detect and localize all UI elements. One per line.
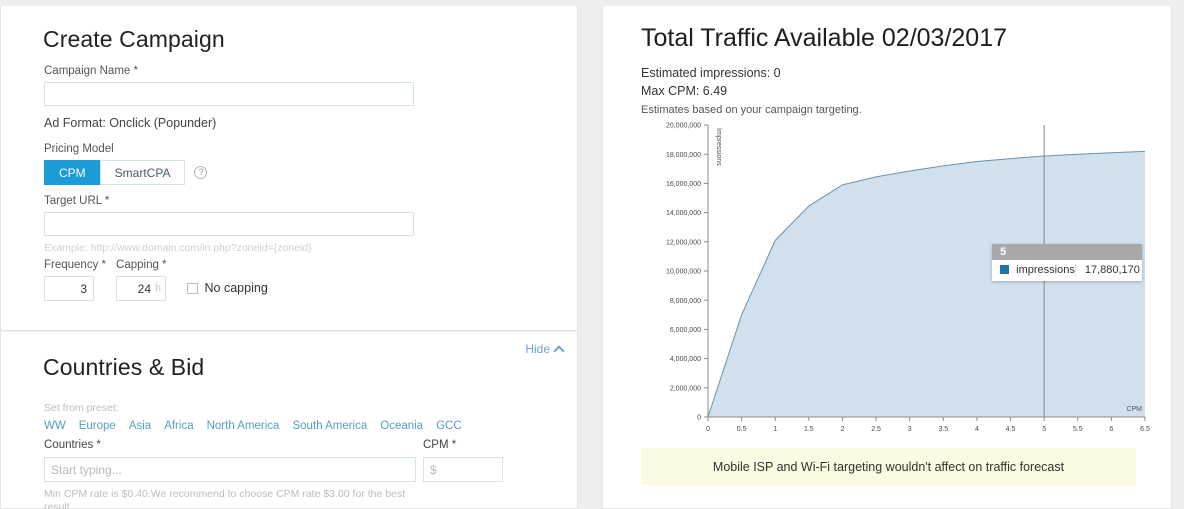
preset-link-gcc[interactable]: GCC [436, 420, 462, 432]
target-url-group: Target URL * Example: http://www.domain.… [44, 194, 414, 255]
ad-format-text: Ad Format: Onclick (Popunder) [44, 116, 217, 130]
target-url-input[interactable] [44, 212, 414, 236]
frequency-group: Frequency * [44, 258, 106, 301]
tooltip-series-name: impressions [1016, 263, 1075, 276]
tooltip-series-swatch-icon [1000, 265, 1010, 275]
traffic-panel-title: Total Traffic Available 02/03/2017 [641, 24, 1008, 52]
countries-bid-title: Countries & Bid [43, 354, 205, 380]
pricing-model-toggle[interactable]: CPM SmartCPA [44, 160, 186, 185]
preset-links: WW Europe Asia Africa North America Sout… [44, 420, 462, 432]
preset-link-north-america[interactable]: North America [207, 420, 280, 432]
svg-text:18,000,000: 18,000,000 [666, 152, 701, 159]
estimates-note: Estimates based on your campaign targeti… [641, 104, 862, 116]
tooltip-header: 5 [992, 243, 1143, 260]
countries-bid-panel: Hide Countries & Bid Set from preset: WW… [0, 332, 578, 509]
chevron-up-icon [553, 345, 565, 357]
no-capping-checkbox[interactable] [186, 282, 198, 294]
svg-text:5.5: 5.5 [1073, 426, 1083, 433]
capping-label: Capping * [116, 259, 167, 271]
preset-link-europe[interactable]: Europe [79, 420, 116, 432]
preset-link-south-america[interactable]: South America [292, 420, 367, 432]
svg-text:4,000,000: 4,000,000 [670, 356, 701, 363]
svg-text:0: 0 [706, 426, 710, 433]
svg-text:1: 1 [773, 426, 777, 433]
campaign-name-label: Campaign Name * [44, 65, 138, 77]
countries-input[interactable] [44, 457, 416, 482]
svg-text:CPM: CPM [1126, 406, 1142, 413]
pricing-model-label: Pricing Model [44, 143, 114, 155]
page-root: Create Campaign Campaign Name * Ad Forma… [0, 0, 1184, 509]
countries-group: Countries * Min CPM rate is $0.40.We rec… [44, 438, 416, 509]
hide-section-button[interactable]: Hide [525, 342, 565, 357]
cpm-group: CPM * [423, 438, 503, 482]
traffic-chart[interactable]: 0 2,000,000 4,000,000 6,000,000 8,000,000 10,… [603, 116, 1173, 436]
svg-text:6.5: 6.5 [1140, 426, 1150, 433]
preset-link-asia[interactable]: Asia [129, 420, 151, 432]
page-title: Create Campaign [43, 26, 225, 52]
frequency-input[interactable] [44, 276, 94, 301]
no-capping-label: No capping [204, 281, 268, 295]
svg-text:4: 4 [975, 426, 979, 433]
svg-text:0.5: 0.5 [737, 426, 747, 433]
tooltip-body: impressions 17,880,170 [992, 259, 1143, 281]
help-icon[interactable]: ? [194, 166, 208, 179]
pricing-model-group: Pricing Model CPM SmartCPA ? [44, 142, 208, 185]
svg-text:5: 5 [1042, 426, 1046, 433]
target-url-label: Target URL * [44, 195, 110, 207]
estimated-impressions-text: Estimated impressions: 0 [641, 66, 781, 80]
campaign-name-input[interactable] [44, 82, 414, 106]
pricing-option-smartcpa[interactable]: SmartCPA [99, 160, 186, 185]
svg-text:20,000,000: 20,000,000 [666, 123, 701, 130]
min-cpm-hint: Min CPM rate is $0.40.We recommend to ch… [44, 488, 406, 509]
tooltip-series-value: 17,880,170 [1074, 263, 1140, 276]
left-column: Create Campaign Campaign Name * Ad Forma… [0, 0, 578, 509]
max-cpm-text: Max CPM: 6.49 [641, 84, 728, 98]
preset-link-oceania[interactable]: Oceania [380, 420, 423, 432]
countries-label: Countries * [44, 439, 101, 451]
capping-input[interactable] [116, 276, 167, 301]
svg-text:3: 3 [908, 426, 912, 433]
preset-link-africa[interactable]: Africa [164, 420, 193, 432]
svg-text:14,000,000: 14,000,000 [666, 210, 701, 217]
svg-text:6: 6 [1109, 426, 1113, 433]
cpm-input[interactable] [423, 457, 503, 482]
capping-group: Capping * h [116, 258, 167, 301]
svg-text:6,000,000: 6,000,000 [670, 327, 701, 334]
chart-tooltip: 5 impressions 17,880,170 [992, 243, 1143, 281]
cpm-label: CPM * [423, 439, 457, 451]
frequency-capping-group: Frequency * Capping * h No capping [44, 258, 268, 301]
svg-text:2: 2 [841, 426, 845, 433]
target-url-hint: Example: http://www.domain.com/in.php?zo… [44, 242, 312, 254]
svg-text:4.5: 4.5 [1006, 426, 1016, 433]
svg-text:0: 0 [697, 415, 701, 422]
svg-text:1.5: 1.5 [804, 426, 814, 433]
no-capping-row[interactable]: No capping [186, 281, 268, 295]
svg-text:10,000,000: 10,000,000 [666, 269, 701, 276]
create-campaign-panel: Create Campaign Campaign Name * Ad Forma… [0, 6, 578, 331]
traffic-forecast-panel: Total Traffic Available 02/03/2017 Estim… [602, 6, 1172, 509]
frequency-label: Frequency * [44, 259, 107, 271]
svg-text:2,000,000: 2,000,000 [670, 385, 701, 392]
svg-text:8,000,000: 8,000,000 [670, 298, 701, 305]
svg-text:3.5: 3.5 [938, 426, 948, 433]
preset-label: Set from preset: [44, 402, 119, 414]
traffic-footer-note: Mobile ISP and Wi-Fi targeting wouldn't … [641, 448, 1136, 485]
svg-text:Impressions: Impressions [715, 128, 722, 166]
svg-text:16,000,000: 16,000,000 [666, 181, 701, 188]
pricing-option-cpm[interactable]: CPM [44, 160, 100, 185]
svg-text:12,000,000: 12,000,000 [666, 239, 701, 246]
preset-link-ww[interactable]: WW [44, 420, 66, 432]
campaign-name-group: Campaign Name * [44, 64, 414, 106]
hide-label: Hide [525, 342, 550, 356]
svg-text:2.5: 2.5 [871, 426, 881, 433]
